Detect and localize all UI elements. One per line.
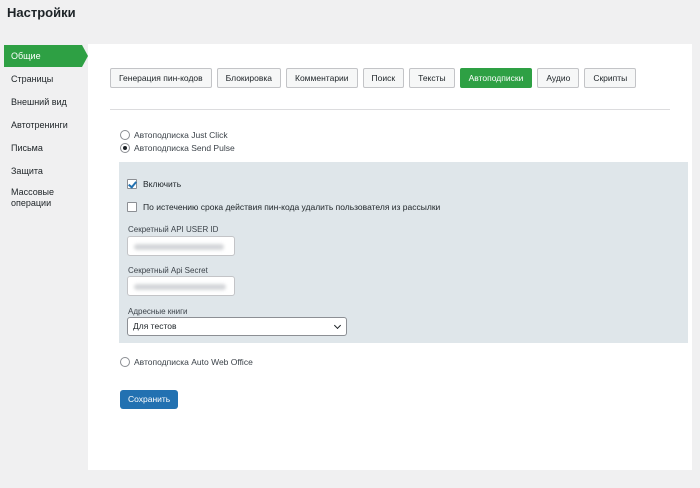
masked-value <box>134 244 224 250</box>
sendpulse-settings-box: Включить По истечению срока действия пин… <box>119 162 688 343</box>
sidebar-item-bulk-operations[interactable]: Массовые операции <box>4 183 74 213</box>
save-button[interactable]: Сохранить <box>120 390 179 409</box>
tab-blocking[interactable]: Блокировка <box>216 68 281 88</box>
enable-checkbox-label: Включить <box>143 179 182 189</box>
tab-scripts[interactable]: Скрипты <box>584 68 637 88</box>
radio-sendpulse[interactable]: Автоподписка Send Pulse <box>120 143 235 153</box>
sidebar-item-general[interactable]: Общие <box>4 45 88 67</box>
tab-audio[interactable]: Аудио <box>537 68 580 88</box>
radio-autowebofis[interactable]: Автоподписка Auto Web Office <box>120 357 253 367</box>
masked-value <box>134 284 226 290</box>
sidebar-item-protection[interactable]: Защита <box>4 160 88 183</box>
sidebar-item-letters[interactable]: Письма <box>4 137 88 160</box>
radio-autowebofis-label: Автоподписка Auto Web Office <box>134 357 253 367</box>
settings-sidebar: Общие Страницы Внешний вид Автотренинги … <box>4 45 88 213</box>
remove-on-expire-row[interactable]: По истечению срока действия пин-кода уда… <box>127 202 440 212</box>
chevron-down-icon <box>333 321 342 330</box>
page-title: Настройки <box>7 5 76 20</box>
tab-comments[interactable]: Комментарии <box>286 68 358 88</box>
api-user-id-label: Секретный API USER ID <box>128 225 219 234</box>
address-books-select[interactable]: Для тестов <box>127 317 347 336</box>
api-secret-input[interactable] <box>127 276 235 296</box>
tab-search[interactable]: Поиск <box>362 68 405 88</box>
remove-on-expire-label: По истечению срока действия пин-кода уда… <box>143 202 441 212</box>
tab-texts[interactable]: Тексты <box>409 68 455 88</box>
radio-button[interactable] <box>120 143 130 153</box>
radio-button[interactable] <box>120 130 130 140</box>
api-secret-label: Секретный Api Secret <box>128 266 208 275</box>
tab-autosubscriptions[interactable]: Автоподписки <box>459 68 533 88</box>
api-user-id-input[interactable] <box>127 236 235 256</box>
radio-justclick-label: Автоподписка Just Click <box>134 130 228 140</box>
settings-tabs: Генерация пин-кодов Блокировка Комментар… <box>110 68 637 88</box>
sidebar-item-appearance[interactable]: Внешний вид <box>4 91 88 114</box>
remove-on-expire-checkbox[interactable] <box>127 202 137 212</box>
radio-justclick[interactable]: Автоподписка Just Click <box>120 130 228 140</box>
tab-pincode-generation[interactable]: Генерация пин-кодов <box>110 68 212 88</box>
settings-panel: Генерация пин-кодов Блокировка Комментар… <box>88 44 692 470</box>
radio-button[interactable] <box>120 357 130 367</box>
sidebar-item-autotrainings[interactable]: Автотренинги <box>4 114 88 137</box>
enable-checkbox[interactable] <box>127 179 137 189</box>
radio-sendpulse-label: Автоподписка Send Pulse <box>134 143 235 153</box>
address-books-selected: Для тестов <box>133 321 177 331</box>
tabs-divider <box>110 109 670 110</box>
address-books-label: Адресные книги <box>128 307 188 316</box>
enable-checkbox-row[interactable]: Включить <box>127 179 181 189</box>
sidebar-item-pages[interactable]: Страницы <box>4 68 88 91</box>
